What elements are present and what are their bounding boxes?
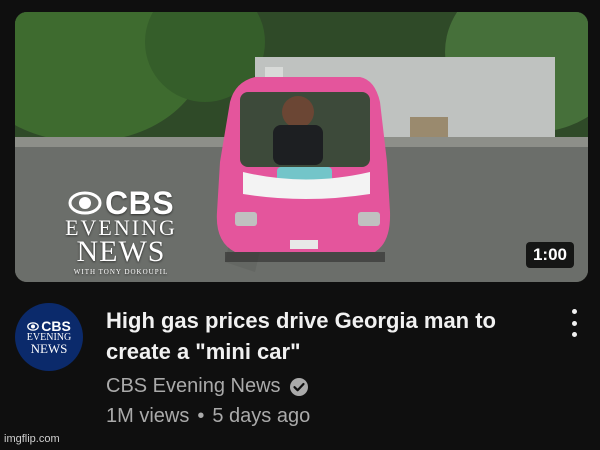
- verified-check-icon: [289, 377, 308, 396]
- more-vertical-icon: [571, 309, 577, 314]
- channel-name[interactable]: CBS Evening News: [106, 375, 281, 398]
- cbs-eye-icon: [68, 191, 102, 215]
- more-vertical-icon-dot: [571, 320, 577, 326]
- view-count: 1M views: [106, 405, 190, 427]
- logo-line-news: NEWS: [76, 235, 166, 268]
- video-title[interactable]: High gas prices drive Georgia man to cre…: [106, 305, 536, 367]
- channel-avatar[interactable]: CBS EVENING NEWS: [15, 303, 83, 371]
- channel-row: CBS Evening News: [106, 375, 536, 398]
- avatar-line-news: NEWS: [30, 340, 68, 356]
- more-options-button[interactable]: [562, 306, 586, 340]
- video-card[interactable]: CBS EVENING NEWS WITH TONY DOKOUPIL 1:00…: [0, 0, 600, 450]
- more-vertical-icon-dot: [571, 332, 577, 337]
- video-details: High gas prices drive Georgia man to cre…: [106, 305, 536, 428]
- video-stats: 1M views • 5 days ago: [106, 405, 536, 428]
- upload-age: 5 days ago: [212, 405, 311, 427]
- logo-subline: WITH TONY DOKOUPIL: [73, 268, 169, 276]
- cbs-evening-news-logo: CBS EVENING NEWS WITH TONY DOKOUPIL: [59, 185, 183, 276]
- logo-network: CBS: [104, 185, 175, 221]
- watermark: imgflip.com: [4, 433, 60, 445]
- video-thumbnail[interactable]: CBS EVENING NEWS WITH TONY DOKOUPIL 1:00: [15, 12, 588, 282]
- stats-separator: •: [197, 405, 205, 427]
- avatar-network-row: CBS: [27, 317, 71, 334]
- cbs-eye-icon: [27, 321, 40, 331]
- avatar-network: CBS: [41, 317, 71, 334]
- duration-badge: 1:00: [525, 242, 574, 268]
